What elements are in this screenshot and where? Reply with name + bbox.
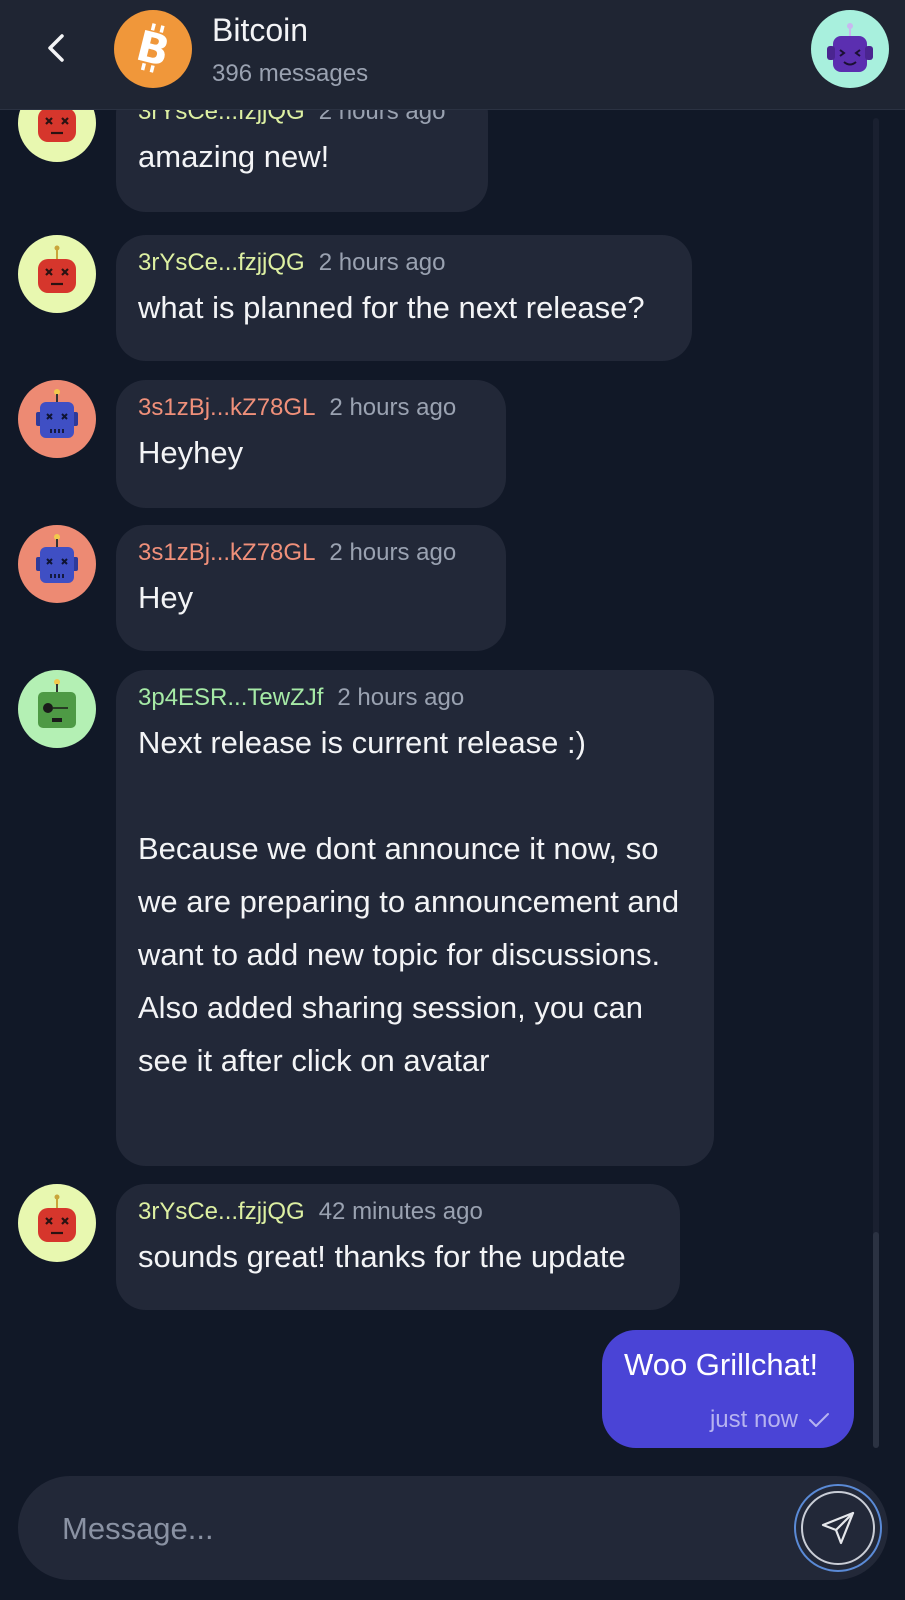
- own-message-text: Woo Grillchat!: [624, 1347, 819, 1382]
- message-input[interactable]: [60, 1498, 764, 1560]
- message-text: sounds great! thanks for the update: [138, 1239, 626, 1274]
- message-bubble[interactable]: 3rYsCe...fzjjQG 2 hours ago what is plann…: [116, 235, 692, 361]
- message-list[interactable]: 3rYsCe...fzjjQG 2 hours ago amazing new! …: [0, 110, 905, 1470]
- message-time: 42 minutes ago: [318, 1198, 483, 1225]
- robot-avatar-icon[interactable]: [18, 670, 96, 748]
- message-time: 2 hours ago: [318, 110, 446, 125]
- message-text: amazing new!: [138, 139, 330, 174]
- message-time: 2 hours ago: [318, 249, 446, 276]
- message-author[interactable]: 3rYsCe...fzjjQG: [138, 1198, 305, 1225]
- send-button[interactable]: [794, 1484, 882, 1572]
- robot-avatar-icon[interactable]: [18, 1184, 96, 1262]
- chat-screen: B Bitcoin 396 messages 3rYsCe...fzjjQG 2…: [0, 0, 905, 1600]
- message-time: 2 hours ago: [329, 394, 457, 421]
- robot-avatar-icon: [827, 23, 873, 72]
- message-author[interactable]: 3s1zBj...kZ78GL: [138, 539, 315, 566]
- message-bubble[interactable]: 3s1zBj...kZ78GL 2 hours ago Heyhey: [116, 380, 506, 508]
- robot-avatar-icon[interactable]: [18, 235, 96, 313]
- own-message-bubble[interactable]: Woo Grillchat! just now: [602, 1330, 854, 1448]
- profile-avatar-button[interactable]: [811, 10, 889, 88]
- message-text: Heyhey: [138, 435, 244, 470]
- message-text: Hey: [138, 580, 194, 615]
- message-bubble[interactable]: 3s1zBj...kZ78GL 2 hours ago Hey: [116, 525, 506, 651]
- message-author[interactable]: 3s1zBj...kZ78GL: [138, 394, 315, 421]
- bitcoin-icon: B: [114, 10, 192, 88]
- message-author[interactable]: 3rYsCe...fzjjQG: [138, 249, 305, 276]
- send-icon: [821, 1511, 855, 1545]
- message-time: 2 hours ago: [337, 684, 465, 711]
- robot-avatar-icon[interactable]: [18, 525, 96, 603]
- message-bubble[interactable]: 3rYsCe...fzjjQG 2 hours ago amazing new!: [116, 110, 488, 212]
- message-count: 396 messages: [212, 60, 369, 87]
- own-message-time: just now: [709, 1406, 798, 1433]
- robot-avatar-icon[interactable]: [18, 110, 96, 162]
- message-composer: [18, 1476, 888, 1580]
- back-button[interactable]: [36, 26, 76, 70]
- robot-avatar-icon[interactable]: [18, 380, 96, 458]
- message-author[interactable]: 3rYsCe...fzjjQG: [138, 110, 305, 125]
- message-bubble[interactable]: 3rYsCe...fzjjQG 42 minutes ago sounds gre…: [116, 1184, 680, 1310]
- message-author[interactable]: 3p4ESR...TewZJf: [138, 684, 323, 711]
- message-text: what is planned for the next release?: [138, 290, 645, 325]
- check-icon: [809, 1413, 829, 1427]
- chat-title: Bitcoin: [212, 12, 309, 48]
- message-time: 2 hours ago: [329, 539, 457, 566]
- chat-header: B Bitcoin 396 messages: [0, 0, 905, 110]
- message-bubble[interactable]: 3p4ESR...TewZJf 2 hours ago Next release …: [116, 670, 714, 1166]
- message-text: Next release is current release :) Becau…: [138, 725, 680, 1078]
- chevron-left-icon: [48, 34, 64, 62]
- scrollbar-thumb[interactable]: [873, 1232, 879, 1448]
